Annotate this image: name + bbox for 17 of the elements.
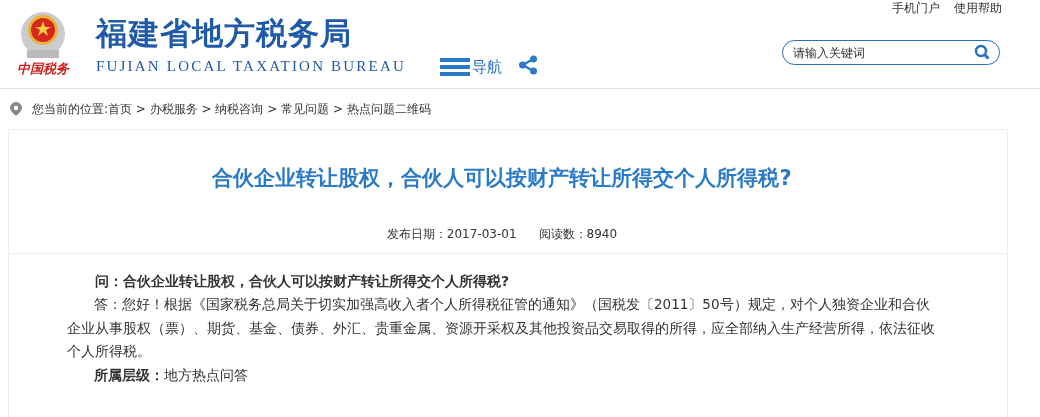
top-link[interactable]: 使用帮助: [954, 0, 1002, 17]
answer-text: 答：您好！根据《国家税务总局关于切实加强高收入者个人所得税征管的通知》（国税发〔2011〕50号）规定，对个人独资企业和合伙企业从事股权（票）、期货、基金、债券、外汇、贵重金属、资源开采权及其他投资品交易取得的所得，应全部纳入生产经营所得，依法征收个人所得税。: [67, 295, 936, 361]
location-pin-icon: [10, 102, 22, 116]
top-link[interactable]: 手机门户: [892, 0, 940, 17]
breadcrumb: 您当前的位置:首页 > 办税服务 > 纳税咨询 > 常见问题 > 热点问题二维码: [32, 100, 431, 118]
site-title: 福建省地方税务局: [96, 13, 353, 52]
search-icon[interactable]: [974, 44, 990, 60]
question-text: 问：合伙企业转让股权，合伙人可以按财产转让所得交个人所得税?: [94, 272, 511, 291]
category-text: 所属层级：地方热点问答: [93, 365, 249, 385]
logo-caption: 中国税务: [17, 60, 69, 78]
article-title: 合伙企业转让股权，合伙人可以按财产转让所得交个人所得税?: [211, 165, 793, 192]
navigation-button[interactable]: 导航: [440, 57, 502, 77]
share-icon[interactable]: [518, 55, 538, 75]
site-subtitle: FUJIAN LOCAL TAXATION BUREAU: [96, 57, 406, 75]
search-field[interactable]: 请输入关键词: [782, 40, 1000, 65]
read-count: 阅读数：8940: [538, 226, 618, 243]
publish-date: 发布日期：2017-03-01: [386, 226, 517, 243]
